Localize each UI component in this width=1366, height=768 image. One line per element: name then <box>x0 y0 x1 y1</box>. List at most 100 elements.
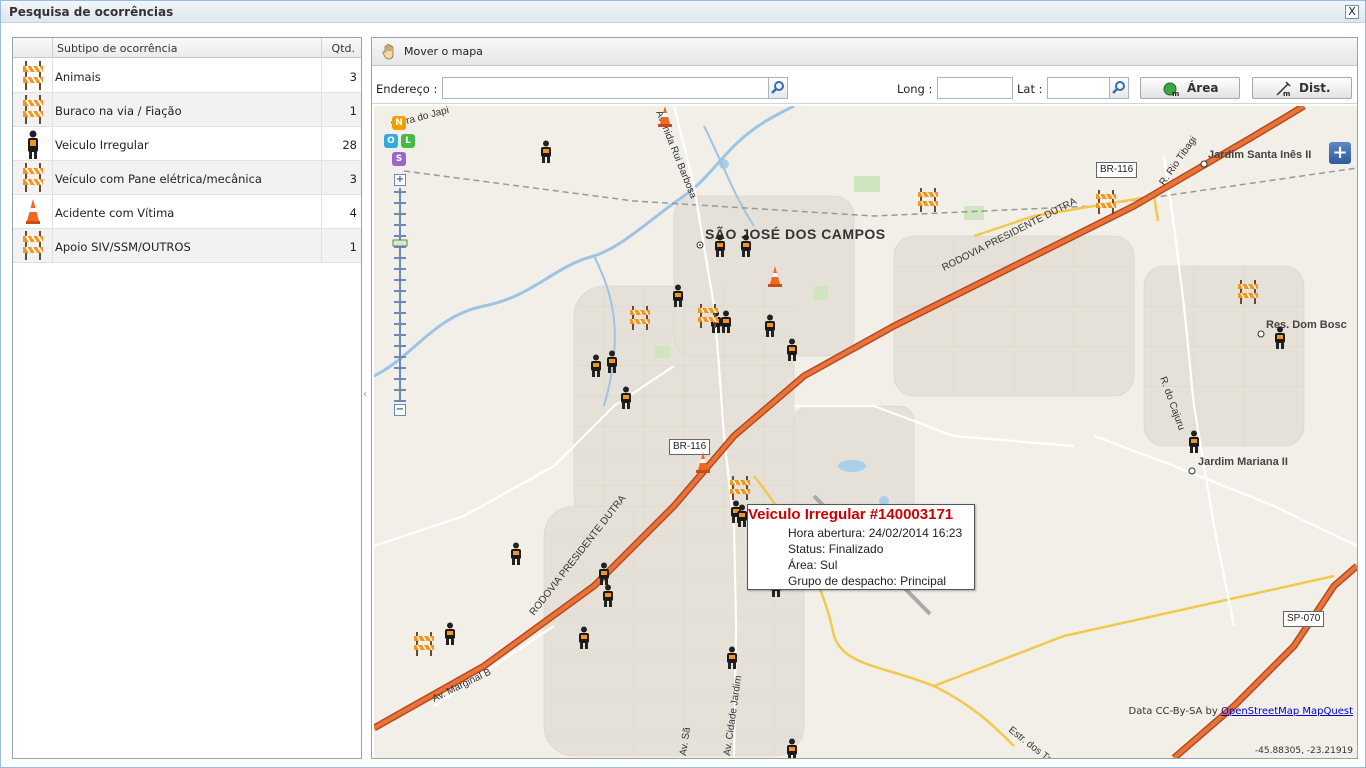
zoom-control: + − <box>392 174 410 418</box>
long-input[interactable] <box>937 77 1013 99</box>
officer-marker-icon[interactable] <box>1188 430 1200 457</box>
officer-marker-icon[interactable] <box>786 338 798 365</box>
window-titlebar: Pesquisa de ocorrências X <box>1 1 1365 23</box>
popup-area: Área: Sul <box>788 558 838 572</box>
layer-button-o[interactable]: O <box>384 134 398 148</box>
address-input[interactable] <box>442 77 770 99</box>
list-item-label: Veículo com Pane elétrica/mecânica <box>55 172 262 186</box>
barrier-icon <box>13 161 53 194</box>
list-item[interactable]: Veículo com Pane elétrica/mecânica 3 <box>13 161 361 195</box>
zoom-out-button[interactable]: − <box>394 404 406 416</box>
distance-button[interactable]: m Dist. <box>1252 77 1352 99</box>
layer-button-l[interactable]: L <box>401 134 415 148</box>
officer-marker-icon[interactable] <box>1274 326 1286 353</box>
barrier-marker-icon[interactable] <box>1238 280 1258 307</box>
popup-status: Status: Finalizado <box>788 542 884 556</box>
traffic-cone-marker-icon[interactable] <box>768 266 782 291</box>
city-label: SÃO JOSÉ DOS CAMPOS <box>705 226 886 242</box>
barrier-marker-icon[interactable] <box>414 632 434 659</box>
officer-marker-icon[interactable] <box>540 140 552 167</box>
map-base-layer: RODOVIA PRESIDENTE DUTRA RODOVIA PRESIDE… <box>374 106 1357 758</box>
expand-map-button[interactable]: + <box>1329 142 1351 164</box>
lat-input[interactable] <box>1047 77 1111 99</box>
window-title: Pesquisa de ocorrências <box>9 5 174 19</box>
officer-marker-icon[interactable] <box>602 584 614 611</box>
pan-map-label: Mover o mapa <box>404 45 483 58</box>
officer-marker-icon[interactable] <box>606 350 618 377</box>
list-item-label: Veiculo Irregular <box>55 138 149 152</box>
road-shield: SP-070 <box>1283 611 1325 627</box>
close-button[interactable]: X <box>1345 5 1359 19</box>
long-label: Long : <box>897 82 933 96</box>
officer-marker-icon[interactable] <box>726 646 738 673</box>
barrier-icon <box>13 93 53 126</box>
svg-text:m: m <box>1283 90 1290 97</box>
officer-marker-icon[interactable] <box>740 234 752 261</box>
list-item-label: Buraco na via / Fiação <box>55 104 182 118</box>
officer-marker-icon[interactable] <box>672 284 684 311</box>
list-item[interactable]: Acidente com Vítima 4 <box>13 195 361 229</box>
list-item[interactable]: Animais 3 <box>13 59 361 93</box>
occurrence-subtype-list: Subtipo de ocorrência Qtd. Animais 3 Bur… <box>12 37 362 759</box>
barrier-icon <box>13 229 53 262</box>
officer-marker-icon[interactable] <box>764 314 776 341</box>
barrier-marker-icon[interactable] <box>1096 190 1116 217</box>
officer-marker-icon[interactable] <box>578 626 590 653</box>
officer-marker-icon[interactable] <box>444 622 456 649</box>
header-subtype[interactable]: Subtipo de ocorrência <box>57 42 177 55</box>
search-toolbar: Endereço : Long : Lat : m2 Área m Dist. <box>372 72 1357 104</box>
officer-marker-icon[interactable] <box>720 310 732 337</box>
panel-collapse-handle[interactable]: ‹ <box>363 389 369 403</box>
place-label: Jardim Santa Inês II <box>1208 149 1312 161</box>
area-button[interactable]: m2 Área <box>1140 77 1240 99</box>
distance-label: Dist. <box>1299 81 1331 95</box>
cursor-coordinates: -45.88305, -23.21919 <box>1254 746 1353 756</box>
list-item-qty: 3 <box>321 161 361 194</box>
list-header: Subtipo de ocorrência Qtd. <box>13 38 361 58</box>
coords-search-button[interactable] <box>1109 77 1129 99</box>
list-item[interactable]: Apoio SIV/SSM/OUTROS 1 <box>13 229 361 263</box>
zoom-slider[interactable] <box>392 188 410 402</box>
map-attribution: Data CC-By-SA by OpenStreetMap MapQuest <box>1129 706 1353 717</box>
attribution-link[interactable]: OpenStreetMap MapQuest <box>1221 706 1353 717</box>
officer-icon <box>13 127 53 160</box>
list-item-qty: 3 <box>321 59 361 92</box>
barrier-icon <box>13 59 53 92</box>
barrier-marker-icon[interactable] <box>730 476 750 503</box>
popup-dispatch-group: Grupo de despacho: Principal <box>788 574 947 588</box>
list-item-label: Acidente com Vítima <box>55 206 175 220</box>
list-item-qty: 1 <box>321 229 361 262</box>
header-icon-column <box>13 38 53 58</box>
address-label: Endereço : <box>376 82 438 96</box>
officer-marker-icon[interactable] <box>510 542 522 569</box>
popup-title: Veiculo Irregular #140003171 <box>748 506 954 523</box>
map-panel: Mover o mapa Endereço : Long : Lat : m2 … <box>371 37 1358 759</box>
barrier-marker-icon[interactable] <box>698 304 718 331</box>
occurrence-popup: Veiculo Irregular #140003171 Hora abertu… <box>747 504 975 590</box>
svg-text:m2: m2 <box>1172 90 1179 97</box>
address-search-button[interactable] <box>768 77 788 99</box>
ruler-icon: m <box>1275 81 1291 98</box>
traffic-cone-icon <box>13 195 53 228</box>
zoom-in-button[interactable]: + <box>394 174 406 186</box>
layer-button-s[interactable]: S <box>392 152 406 166</box>
officer-marker-icon[interactable] <box>590 354 602 381</box>
barrier-marker-icon[interactable] <box>918 188 938 215</box>
list-item-label: Animais <box>55 70 101 84</box>
map-toolbar: Mover o mapa <box>372 38 1357 66</box>
header-qty[interactable]: Qtd. <box>321 38 361 58</box>
layer-button-n[interactable]: N <box>392 116 406 130</box>
traffic-cone-marker-icon[interactable] <box>696 452 710 477</box>
list-item[interactable]: Buraco na via / Fiação 1 <box>13 93 361 127</box>
officer-marker-icon[interactable] <box>786 738 798 758</box>
barrier-marker-icon[interactable] <box>630 306 650 333</box>
search-icon <box>771 81 784 94</box>
map-canvas[interactable]: RODOVIA PRESIDENTE DUTRA RODOVIA PRESIDE… <box>374 106 1357 758</box>
officer-marker-icon[interactable] <box>620 386 632 413</box>
list-item[interactable]: Veiculo Irregular 28 <box>13 127 361 161</box>
search-icon <box>1112 81 1125 94</box>
pan-map-button[interactable]: Mover o mapa <box>380 43 483 61</box>
attribution-text: Data CC-By-SA by <box>1128 706 1218 717</box>
officer-marker-icon[interactable] <box>714 234 726 261</box>
traffic-cone-marker-icon[interactable] <box>658 106 672 131</box>
